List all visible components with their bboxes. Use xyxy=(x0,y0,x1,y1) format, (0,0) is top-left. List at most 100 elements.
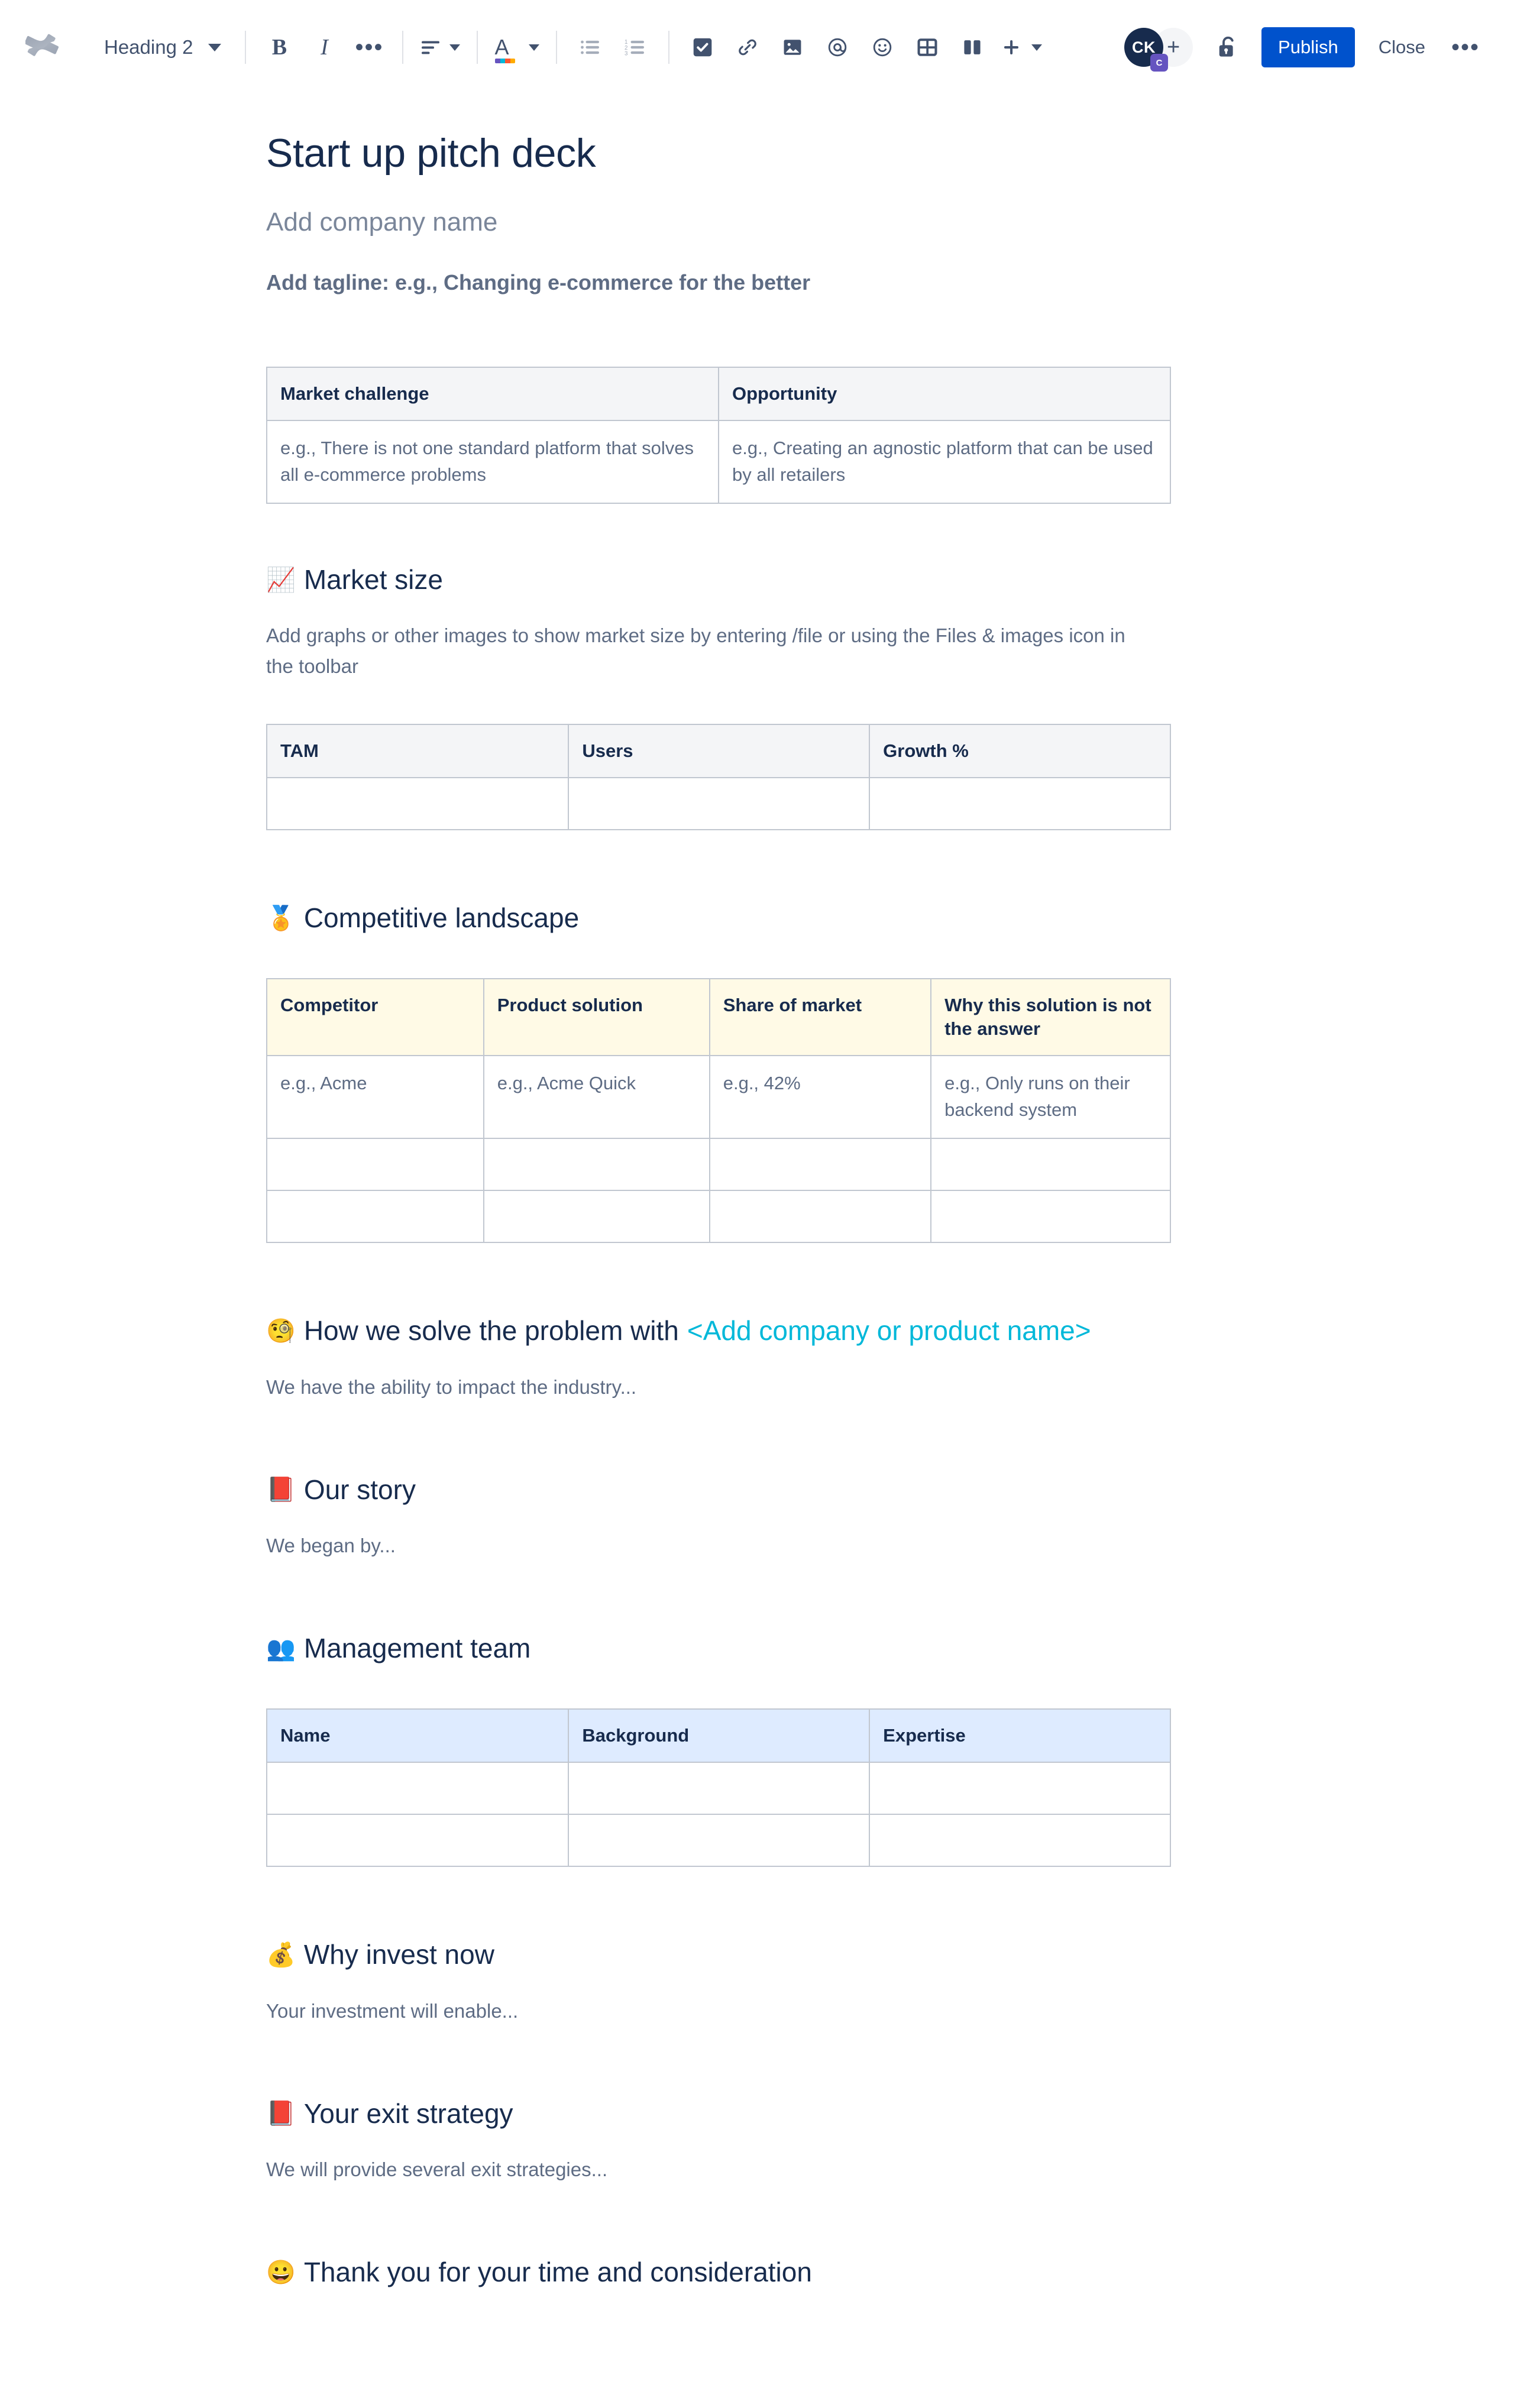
text-color-icon: A xyxy=(494,37,517,63)
bold-button[interactable]: B xyxy=(257,25,302,70)
table-cell[interactable] xyxy=(568,1814,871,1868)
heading-style-select[interactable]: Heading 2 xyxy=(89,25,234,70)
publish-button[interactable]: Publish xyxy=(1261,27,1355,67)
table-cell[interactable] xyxy=(266,777,570,831)
exit-strategy-body[interactable]: We will provide several exit strategies.… xyxy=(266,2154,1189,2184)
section-heading-text: Management team xyxy=(303,1633,531,1664)
table-cell[interactable] xyxy=(930,1138,1171,1191)
section-heading-exit-strategy[interactable]: 📕 Your exit strategy xyxy=(266,2097,1189,2131)
table-header-row: Name Background Expertise xyxy=(266,1708,1171,1763)
confluence-logo[interactable] xyxy=(21,25,66,70)
chevron-down-icon xyxy=(449,44,461,51)
text-color-button[interactable]: A xyxy=(489,25,545,70)
table-row: e.g., There is not one standard platform… xyxy=(266,420,1171,504)
competitive-landscape-table[interactable]: Competitor Product solution Share of mar… xyxy=(266,978,1171,1243)
tagline-placeholder[interactable]: Add tagline: e.g., Changing e-commerce f… xyxy=(266,269,1189,297)
how-we-solve-body[interactable]: We have the ability to impact the indust… xyxy=(266,1372,1189,1402)
table-cell[interactable] xyxy=(266,1190,484,1243)
toolbar-divider xyxy=(668,31,670,64)
table-cell[interactable]: e.g., Acme Quick xyxy=(483,1055,710,1139)
avatar-badge: C xyxy=(1150,54,1169,72)
table-cell[interactable] xyxy=(568,777,871,831)
mention-icon xyxy=(829,38,847,57)
emoji-button[interactable] xyxy=(860,25,905,70)
collaborators: CK C + xyxy=(1124,28,1193,72)
more-formatting-button[interactable]: ••• xyxy=(347,25,392,70)
column-header: Opportunity xyxy=(718,366,1171,422)
close-button[interactable]: Close xyxy=(1366,27,1438,67)
table-header-row: Market challenge Opportunity xyxy=(266,366,1171,422)
section-heading-competitive-landscape[interactable]: 🏅 Competitive landscape xyxy=(266,901,1189,936)
italic-icon: I xyxy=(321,35,328,60)
section-heading-management-team[interactable]: 👥 Management team xyxy=(266,1632,1189,1666)
column-header: Why this solution is not the answer xyxy=(930,978,1171,1057)
image-button[interactable] xyxy=(770,25,815,70)
market-size-table[interactable]: TAM Users Growth % xyxy=(266,723,1171,831)
market-size-body[interactable]: Add graphs or other images to show marke… xyxy=(266,620,1147,681)
table-cell[interactable]: e.g., There is not one standard platform… xyxy=(266,420,719,504)
toolbar-right-group: CK C + Publish Close ••• xyxy=(1124,25,1488,72)
column-header: Product solution xyxy=(483,978,710,1057)
insert-more-button[interactable] xyxy=(995,25,1048,70)
image-icon xyxy=(784,40,801,55)
toolbar-divider xyxy=(477,31,478,64)
table-row xyxy=(266,1190,1171,1243)
table-cell[interactable] xyxy=(869,777,1171,831)
table-cell[interactable] xyxy=(568,1762,871,1815)
closed-book-emoji: 📕 xyxy=(266,1477,296,1503)
column-header: Expertise xyxy=(869,1708,1171,1763)
section-heading-text: Why invest now xyxy=(303,1939,494,1970)
table-cell[interactable]: e.g., 42% xyxy=(709,1055,932,1139)
our-story-body[interactable]: We began by... xyxy=(266,1530,1189,1561)
table-cell[interactable] xyxy=(266,1138,484,1191)
why-invest-body[interactable]: Your investment will enable... xyxy=(266,1996,1189,2026)
restrictions-button[interactable] xyxy=(1206,25,1251,70)
column-header: Growth % xyxy=(869,723,1171,779)
section-heading-our-story[interactable]: 📕 Our story xyxy=(266,1473,1189,1507)
numbered-list-button[interactable]: 1 2 3 xyxy=(613,25,658,70)
sports-medal-emoji: 🏅 xyxy=(266,905,296,931)
table-cell[interactable]: e.g., Only runs on their backend system xyxy=(930,1055,1171,1139)
closed-book-emoji: 📕 xyxy=(266,2100,296,2127)
table-cell[interactable] xyxy=(930,1190,1171,1243)
table-button[interactable] xyxy=(905,25,950,70)
page-more-actions-button[interactable]: ••• xyxy=(1443,25,1488,70)
table-cell[interactable] xyxy=(266,1762,570,1815)
section-heading-why-invest[interactable]: 💰 Why invest now xyxy=(266,1938,1189,1972)
table-cell[interactable] xyxy=(266,1814,570,1868)
chevron-down-icon xyxy=(529,44,540,51)
table-cell[interactable] xyxy=(709,1138,932,1191)
layout-button[interactable] xyxy=(950,25,995,70)
mention-button[interactable] xyxy=(815,25,860,70)
table-cell[interactable] xyxy=(483,1138,710,1191)
section-heading-market-size[interactable]: 📈 Market size xyxy=(266,563,1189,597)
section-heading-thank-you[interactable]: 😀 Thank you for your time and considerat… xyxy=(266,2255,1189,2290)
page-title[interactable]: Start up pitch deck xyxy=(266,130,1189,176)
market-challenge-table[interactable]: Market challenge Opportunity e.g., There… xyxy=(266,366,1171,504)
ellipsis-icon: ••• xyxy=(1451,34,1480,60)
column-header: Competitor xyxy=(266,978,484,1057)
table-cell[interactable] xyxy=(869,1762,1171,1815)
table-cell[interactable] xyxy=(483,1190,710,1243)
italic-button[interactable]: I xyxy=(302,25,347,70)
toolbar-left-group: Heading 2 B I ••• A 1 2 3 xyxy=(21,25,1124,70)
section-heading-how-we-solve[interactable]: 🧐 How we solve the problem with <Add com… xyxy=(266,1314,1189,1348)
company-name-placeholder[interactable]: Add company name xyxy=(266,207,1189,238)
column-header: Market challenge xyxy=(266,366,719,422)
table-row xyxy=(266,1814,1171,1868)
plus-icon xyxy=(1004,40,1019,54)
bullet-list-button[interactable] xyxy=(568,25,613,70)
management-team-table[interactable]: Name Background Expertise xyxy=(266,1708,1171,1868)
table-row xyxy=(266,777,1171,831)
table-cell[interactable] xyxy=(709,1190,932,1243)
table-icon xyxy=(917,38,937,56)
heading-style-value: Heading 2 xyxy=(104,36,193,58)
link-button[interactable] xyxy=(725,25,770,70)
company-name-inline-placeholder[interactable]: <Add company or product name> xyxy=(687,1314,1091,1348)
action-item-button[interactable] xyxy=(680,25,725,70)
table-cell[interactable]: e.g., Creating an agnostic platform that… xyxy=(718,420,1171,504)
table-cell[interactable]: e.g., Acme xyxy=(266,1055,484,1139)
grinning-face-emoji: 😀 xyxy=(266,2260,296,2286)
text-align-button[interactable] xyxy=(414,25,466,70)
table-cell[interactable] xyxy=(869,1814,1171,1868)
